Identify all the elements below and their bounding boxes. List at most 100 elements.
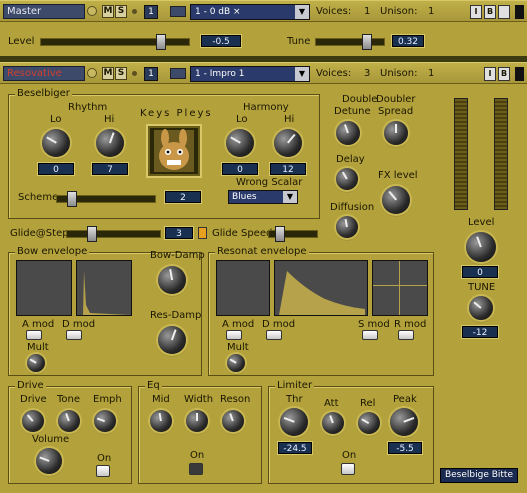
reso-s-mod-toggle[interactable] <box>362 330 378 340</box>
eq-width-knob[interactable] <box>186 410 208 432</box>
bypass-button[interactable]: B <box>484 5 496 19</box>
out-level-knob[interactable] <box>466 232 496 262</box>
glide-step-display[interactable]: 3 <box>165 227 193 239</box>
limiter-thr-knob[interactable] <box>280 408 308 436</box>
harmony-lo-display[interactable]: 0 <box>222 163 258 175</box>
unison-value[interactable]: 1 <box>428 6 434 17</box>
volume-knob[interactable] <box>36 448 62 474</box>
reso-mult-knob[interactable] <box>227 354 245 372</box>
harmony-lo-knob[interactable] <box>226 129 254 157</box>
level-thumb[interactable] <box>156 34 166 50</box>
tune-thumb[interactable] <box>362 34 372 50</box>
unison-label: Unison: <box>380 6 418 17</box>
level-meter-right <box>494 98 508 210</box>
out-level-display[interactable]: 0 <box>462 266 498 278</box>
rhythm-hi-display[interactable]: 7 <box>92 163 128 175</box>
reso-envelope-sr[interactable] <box>372 260 428 316</box>
scheme-slider[interactable] <box>56 191 156 207</box>
reso-r-mod-toggle[interactable] <box>398 330 414 340</box>
preset-select[interactable]: 1 - 0 dB × ▼ <box>190 4 310 20</box>
reso-d-mod-toggle[interactable] <box>266 330 282 340</box>
footer-label[interactable]: Beselbige Bitte <box>440 468 518 483</box>
eye-icon[interactable] <box>87 6 97 16</box>
solo-button[interactable]: S <box>115 67 127 80</box>
scrollbar[interactable] <box>515 5 524 19</box>
harmony-hi-display[interactable]: 12 <box>270 163 306 175</box>
reso-mult-label: Mult <box>227 342 249 353</box>
tune-display[interactable]: 0.32 <box>392 35 424 47</box>
info-button[interactable]: I <box>484 67 496 81</box>
emph-knob[interactable] <box>94 410 116 432</box>
doubler-spread-knob[interactable] <box>384 121 408 145</box>
scale-select[interactable]: Blues ▼ <box>228 190 298 204</box>
rhythm-lo-knob[interactable] <box>42 129 70 157</box>
bow-damp-knob[interactable] <box>158 266 186 294</box>
glide-toggle[interactable] <box>198 227 207 239</box>
unison-value[interactable]: 1 <box>428 68 434 79</box>
eq-reson-knob[interactable] <box>222 410 244 432</box>
mute-button[interactable]: M <box>102 5 114 18</box>
double-detune-knob[interactable] <box>336 121 360 145</box>
glide-speed-slider[interactable] <box>268 226 318 242</box>
chevron-down-icon[interactable]: ▼ <box>295 5 309 19</box>
master-name[interactable]: Master <box>3 4 85 19</box>
glide-speed-thumb[interactable] <box>275 226 285 242</box>
tape-icon[interactable] <box>170 68 186 79</box>
instrument-name[interactable]: Resovative <box>3 66 85 81</box>
eye-icon[interactable] <box>87 68 97 78</box>
delay-knob[interactable] <box>336 168 358 190</box>
drive-on-toggle[interactable] <box>96 465 110 477</box>
extra-button[interactable] <box>498 5 510 19</box>
scheme-display[interactable]: 2 <box>165 191 201 203</box>
bypass-button[interactable]: B <box>498 67 510 81</box>
preset-select[interactable]: 1 - Impro 1 ▼ <box>190 66 310 82</box>
scheme-thumb[interactable] <box>67 191 77 207</box>
info-button[interactable]: I <box>470 5 482 19</box>
rhythm-lo-display[interactable]: 0 <box>38 163 74 175</box>
solo-button[interactable]: S <box>115 5 127 18</box>
level-display[interactable]: -0.5 <box>201 35 241 47</box>
limiter-peak-knob[interactable] <box>390 408 418 436</box>
reso-envelope-a[interactable] <box>216 260 270 316</box>
tune-slider[interactable] <box>315 34 385 50</box>
tone-knob[interactable] <box>58 410 80 432</box>
voices-value[interactable]: 3 <box>364 68 370 79</box>
drive-knob[interactable] <box>22 410 44 432</box>
out-tune-knob[interactable] <box>469 296 493 320</box>
limiter-rel-knob[interactable] <box>358 412 380 434</box>
chevron-down-icon[interactable]: ▼ <box>283 191 297 203</box>
reso-a-mod-toggle[interactable] <box>226 330 242 340</box>
reso-envelope-decay[interactable] <box>274 260 368 316</box>
glide-step-slider[interactable] <box>66 226 161 242</box>
fx-level-knob[interactable] <box>382 186 410 214</box>
bow-mult-knob[interactable] <box>27 354 45 372</box>
slot-number[interactable]: 1 <box>144 67 158 81</box>
chevron-down-icon[interactable]: ▼ <box>295 67 309 81</box>
dot-icon <box>132 9 137 14</box>
eq-on-toggle[interactable] <box>189 463 203 475</box>
eq-mid-knob[interactable] <box>150 410 172 432</box>
voices-value[interactable]: 1 <box>364 6 370 17</box>
limiter-on-toggle[interactable] <box>341 463 355 475</box>
tune-label: Tune <box>287 36 311 47</box>
level-slider[interactable] <box>40 34 190 50</box>
glide-step-thumb[interactable] <box>87 226 97 242</box>
bow-envelope-a[interactable] <box>16 260 72 316</box>
diffusion-knob[interactable] <box>336 216 358 238</box>
tape-icon[interactable] <box>170 6 186 17</box>
limiter-peak-display[interactable]: -5.5 <box>388 442 422 454</box>
bow-d-mod-toggle[interactable] <box>66 330 82 340</box>
bow-a-mod-toggle[interactable] <box>26 330 42 340</box>
limiter-att-knob[interactable] <box>322 412 344 434</box>
rhythm-hi-knob[interactable] <box>96 129 124 157</box>
res-damp-knob[interactable] <box>158 326 186 354</box>
limiter-thr-display[interactable]: -24.5 <box>278 442 312 454</box>
slot-number[interactable]: 1 <box>144 5 158 19</box>
harmony-hi-knob[interactable] <box>274 129 302 157</box>
mute-button[interactable]: M <box>102 67 114 80</box>
scrollbar[interactable] <box>515 67 524 81</box>
eq-title: Eq <box>145 380 162 391</box>
master-header: Master M S 1 1 - 0 dB × ▼ Voices: 1 Uniso… <box>0 0 527 22</box>
bow-envelope-d[interactable] <box>76 260 132 316</box>
out-tune-display[interactable]: -12 <box>462 326 498 338</box>
